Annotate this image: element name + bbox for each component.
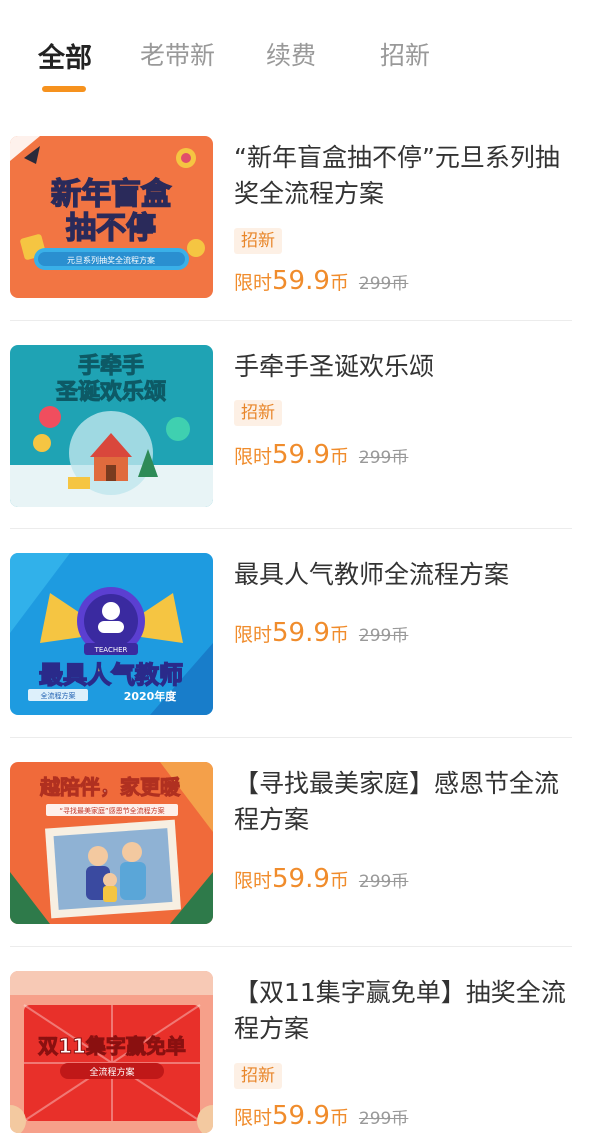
price-prefix: 限时	[234, 870, 273, 892]
divider	[10, 320, 572, 321]
plan-title: 手牵手圣诞欢乐颂	[234, 352, 435, 381]
tab-renewal[interactable]: 续费	[266, 36, 316, 72]
price-unit: 币	[329, 446, 349, 468]
divider	[10, 946, 572, 947]
price-row: 限时59.9币 299币	[234, 266, 408, 296]
price-value: 59.9	[272, 1101, 330, 1131]
price-row: 限时59.9币 299币	[234, 440, 408, 470]
poster-subtitle: 元旦系列抽奖全流程方案	[67, 255, 155, 265]
plan-title: 最具人气教师全流程方案	[234, 560, 510, 589]
price-value: 59.9	[272, 864, 330, 894]
plan-tag: 招新	[234, 228, 282, 254]
plan-tag: 招新	[234, 1063, 282, 1089]
plan-title: 【双11集字赢免单】抽奖全流程方案	[234, 978, 566, 1043]
price-prefix: 限时	[234, 272, 273, 294]
price-unit: 币	[329, 1107, 349, 1129]
price-row: 限时59.9币 299币	[234, 1101, 408, 1131]
poster-thumbnail: 手牵手 圣诞欢乐颂	[10, 345, 213, 507]
poster-headline: 手牵手	[78, 354, 144, 379]
divider	[10, 737, 572, 738]
price-row: 限时59.9币 299币	[234, 618, 408, 648]
poster-headline: 双11集字赢免单	[38, 1034, 186, 1058]
poster-headline-2: 圣诞欢乐颂	[56, 379, 166, 405]
tab-all[interactable]: 全部	[38, 36, 92, 75]
poster-headline: 越陪伴，家更暖	[39, 775, 181, 799]
list-item[interactable]: 新年盲盒 抽不停 元旦系列抽奖全流程方案 “新年盲盒抽不停”元旦系列抽奖全流程方…	[10, 136, 572, 316]
original-price: 299币	[358, 274, 409, 294]
price-unit: 币	[329, 870, 349, 892]
plan-title: 【寻找最美家庭】感恩节全流程方案	[234, 769, 560, 834]
list-item[interactable]: 越陪伴，家更暖 “寻找最美家庭”感恩节全流程方案 【寻找最美家庭】感恩节全流程方…	[10, 762, 572, 942]
poster-headline: 最具人气教师	[39, 661, 183, 689]
poster-headline: 新年盲盒	[51, 177, 172, 212]
poster-ribbon: 全流程方案	[41, 691, 76, 700]
price-prefix: 限时	[234, 1107, 273, 1129]
list-item[interactable]: 手牵手 圣诞欢乐颂 手牵手圣诞欢乐颂 招新 限时59.9币 299币	[10, 345, 572, 525]
original-price: 299币	[358, 1109, 409, 1129]
price-prefix: 限时	[234, 446, 273, 468]
price-prefix: 限时	[234, 624, 273, 646]
active-tab-indicator	[42, 86, 86, 92]
poster-thumbnail: 双11集字赢免单 全流程方案	[10, 971, 213, 1133]
price-unit: 币	[329, 624, 349, 646]
poster-subtitle: “寻找最美家庭”感恩节全流程方案	[59, 806, 164, 815]
price-row: 限时59.9币 299币	[234, 864, 408, 894]
tab-recruit[interactable]: 招新	[380, 36, 430, 72]
original-price: 299币	[358, 872, 409, 892]
poster-year: 2020年度	[124, 689, 178, 703]
tab-referral[interactable]: 老带新	[140, 36, 215, 72]
poster-badge: TEACHER	[94, 646, 128, 654]
poster-thumbnail: 新年盲盒 抽不停 元旦系列抽奖全流程方案	[10, 136, 213, 298]
price-unit: 币	[329, 272, 349, 294]
original-price: 299币	[358, 626, 409, 646]
plan-tag: 招新	[234, 400, 282, 426]
price-value: 59.9	[272, 440, 330, 470]
plan-title: “新年盲盒抽不停”元旦系列抽奖全流程方案	[234, 143, 560, 208]
list-item[interactable]: 双11集字赢免单 全流程方案 【双11集字赢免单】抽奖全流程方案 招新 限时59…	[10, 971, 572, 1133]
poster-thumbnail: TEACHER 最具人气教师 全流程方案 2020年度	[10, 553, 213, 715]
category-tabs: 全部 老带新 续费 招新	[0, 0, 600, 110]
price-value: 59.9	[272, 266, 330, 296]
poster-headline-2: 抽不停	[66, 211, 156, 246]
poster-subtitle: 全流程方案	[89, 1066, 134, 1078]
list-item[interactable]: TEACHER 最具人气教师 全流程方案 2020年度 最具人气教师全流程方案 …	[10, 553, 572, 733]
divider	[10, 528, 572, 529]
price-value: 59.9	[272, 618, 330, 648]
original-price: 299币	[358, 448, 409, 468]
poster-thumbnail: 越陪伴，家更暖 “寻找最美家庭”感恩节全流程方案	[10, 762, 213, 924]
